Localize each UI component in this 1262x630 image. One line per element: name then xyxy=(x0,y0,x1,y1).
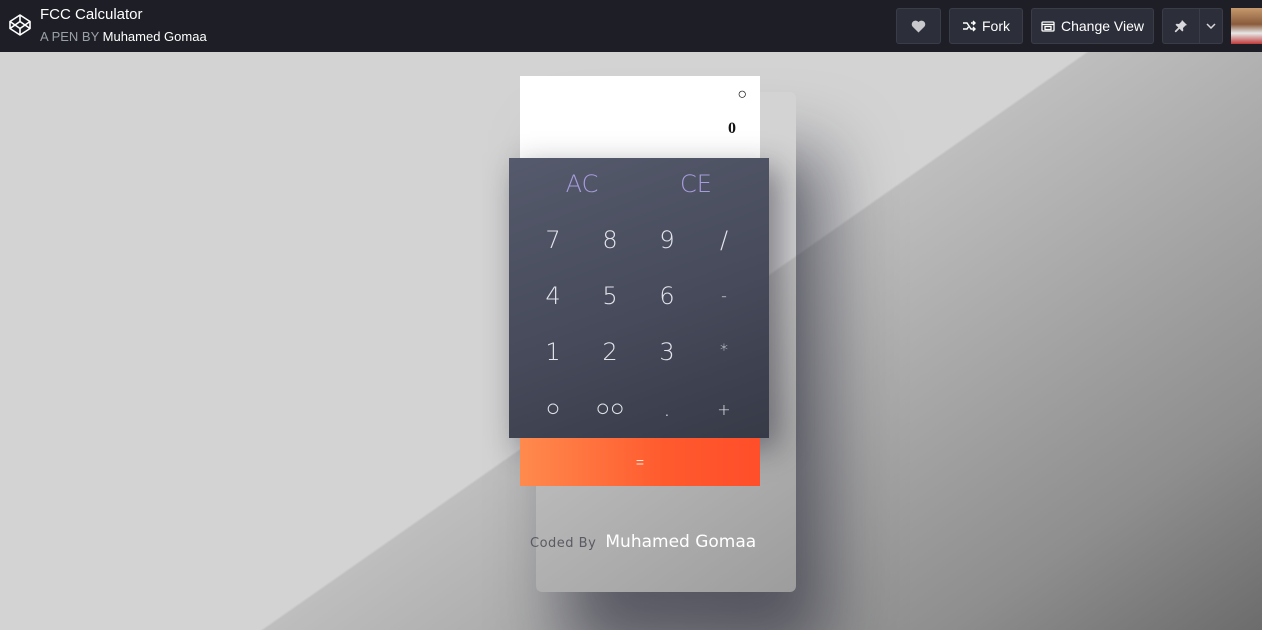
like-button[interactable] xyxy=(896,8,941,44)
pin-icon xyxy=(1174,19,1188,33)
author-link[interactable]: Muhamed Gomaa xyxy=(103,29,207,44)
pin-dropdown-button[interactable] xyxy=(1200,8,1223,44)
key-multiply[interactable]: * xyxy=(696,340,752,359)
key-4[interactable]: 4 xyxy=(525,282,581,310)
codepen-header: FCC Calculator A PEN BY Muhamed Gomaa Fo… xyxy=(0,0,1262,52)
calculator-display: ○ 0 xyxy=(520,76,760,158)
pen-preview: ○ 0 AC CE 7 8 9 / 4 5 6 - 1 2 3 * ○ ○○ .… xyxy=(0,52,1262,630)
key-decimal[interactable]: . xyxy=(639,394,695,422)
key-divide[interactable]: / xyxy=(696,226,752,254)
heart-icon xyxy=(911,20,926,33)
calculator-keypad: AC CE 7 8 9 / 4 5 6 - 1 2 3 * ○ ○○ . + xyxy=(509,158,769,438)
key-0[interactable]: ○ xyxy=(525,394,581,423)
pen-byline: A PEN BY Muhamed Gomaa xyxy=(40,29,207,44)
key-3[interactable]: 3 xyxy=(639,338,695,366)
all-clear-button[interactable]: AC xyxy=(542,170,622,198)
clear-entry-button[interactable]: CE xyxy=(656,170,736,198)
key-2[interactable]: 2 xyxy=(582,338,638,366)
fork-button[interactable]: Fork xyxy=(949,8,1023,44)
pen-title: FCC Calculator xyxy=(40,6,143,23)
key-7[interactable]: 7 xyxy=(525,226,581,254)
history-value: ○ xyxy=(737,86,747,103)
key-8[interactable]: 8 xyxy=(582,226,638,254)
credits-prefix: Coded By xyxy=(530,536,597,551)
pin-button[interactable] xyxy=(1162,8,1200,44)
credits: Coded By Muhamed Gomaa xyxy=(530,532,756,552)
key-00[interactable]: ○○ xyxy=(582,394,638,423)
key-6[interactable]: 6 xyxy=(639,282,695,310)
codepen-logo-icon[interactable] xyxy=(8,13,32,37)
fork-label: Fork xyxy=(982,18,1010,34)
byline-prefix: A PEN BY xyxy=(40,29,100,44)
key-add[interactable]: + xyxy=(696,400,752,419)
current-value: 0 xyxy=(728,120,736,137)
change-view-label: Change View xyxy=(1060,18,1145,34)
key-9[interactable]: 9 xyxy=(639,226,695,254)
user-avatar[interactable] xyxy=(1231,8,1262,44)
equals-button[interactable]: = xyxy=(520,438,760,486)
change-view-icon xyxy=(1041,20,1055,32)
key-1[interactable]: 1 xyxy=(525,338,581,366)
key-subtract[interactable]: - xyxy=(696,286,752,305)
credits-name: Muhamed Gomaa xyxy=(605,532,757,552)
change-view-button[interactable]: Change View xyxy=(1031,8,1154,44)
key-5[interactable]: 5 xyxy=(582,282,638,310)
fork-icon xyxy=(962,20,976,32)
chevron-down-icon xyxy=(1206,23,1216,29)
